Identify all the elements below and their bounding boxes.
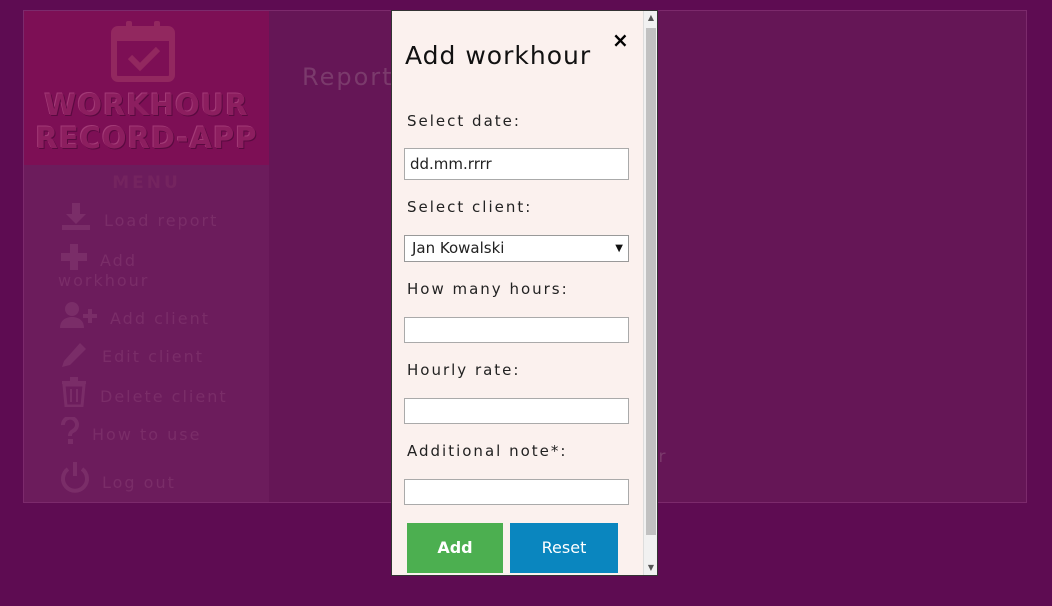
- date-label: Select date:: [407, 112, 521, 130]
- calendar-check-icon: [111, 21, 175, 82]
- note-label: Additional note*:: [407, 442, 568, 460]
- menu-item-delete-client[interactable]: Delete client: [60, 377, 228, 407]
- client-select[interactable]: Jan Kowalski ▼: [404, 235, 629, 262]
- menu-item-label: Log out: [102, 473, 176, 492]
- rate-label: Hourly rate:: [407, 361, 521, 379]
- menu-item-label: Delete client: [100, 387, 228, 406]
- add-workhour-modal: Add workhour × Select date: dd.mm.rrrr S…: [391, 10, 658, 576]
- note-field[interactable]: [404, 479, 629, 505]
- trash-icon: [62, 377, 86, 407]
- close-button[interactable]: ×: [612, 28, 629, 52]
- logo-text: WORKHOUR RECORD-APP: [24, 89, 269, 155]
- menu-item-add-client[interactable]: Add client: [60, 301, 210, 329]
- sidebar: WORKHOUR RECORD-APP MENU Load report Add…: [24, 11, 269, 502]
- menu-item-add-workhour[interactable]: Add workhour: [58, 243, 150, 291]
- add-user-icon: [60, 302, 97, 328]
- menu-item-how-to-use[interactable]: How to use: [60, 417, 201, 445]
- date-field[interactable]: dd.mm.rrrr: [404, 148, 629, 180]
- question-icon: [61, 417, 79, 444]
- scroll-down-icon[interactable]: ▼: [644, 561, 657, 575]
- logo-text-line1: WORKHOUR: [44, 88, 249, 122]
- power-icon: [61, 462, 89, 493]
- rate-field[interactable]: [404, 398, 629, 424]
- menu-item-edit-client[interactable]: Edit client: [60, 339, 204, 367]
- scroll-up-icon[interactable]: ▲: [644, 11, 657, 25]
- scroll-thumb[interactable]: [646, 28, 656, 535]
- menu-item-label: How to use: [92, 425, 202, 444]
- add-button[interactable]: Add: [407, 523, 503, 573]
- modal-scrollbar[interactable]: ▲ ▼: [643, 11, 657, 575]
- menu-item-label: Edit client: [102, 347, 205, 366]
- logo: WORKHOUR RECORD-APP: [24, 11, 269, 165]
- pencil-icon: [62, 343, 86, 367]
- reset-button[interactable]: Reset: [510, 523, 618, 573]
- plus-icon: [61, 244, 87, 270]
- client-label: Select client:: [407, 198, 533, 216]
- menu-item-load-report[interactable]: Load report: [60, 201, 218, 231]
- hours-label: How many hours:: [407, 280, 569, 298]
- hours-field[interactable]: [404, 317, 629, 343]
- menu-title: MENU: [112, 173, 181, 193]
- chevron-down-icon: ▼: [615, 243, 623, 254]
- client-select-value: Jan Kowalski: [412, 239, 505, 257]
- menu-item-label: Load report: [104, 211, 219, 230]
- menu-item-label: Add: [100, 251, 137, 270]
- modal-title: Add workhour: [405, 41, 592, 70]
- logo-text-line2: RECORD-APP: [35, 121, 258, 155]
- download-icon: [62, 203, 90, 230]
- menu-item-log-out[interactable]: Log out: [60, 461, 176, 493]
- report-heading: Report: [302, 63, 394, 91]
- menu-item-label-line2: workhour: [58, 271, 150, 290]
- menu-item-label: Add client: [110, 309, 211, 328]
- modal-content: Add workhour × Select date: dd.mm.rrrr S…: [392, 11, 643, 575]
